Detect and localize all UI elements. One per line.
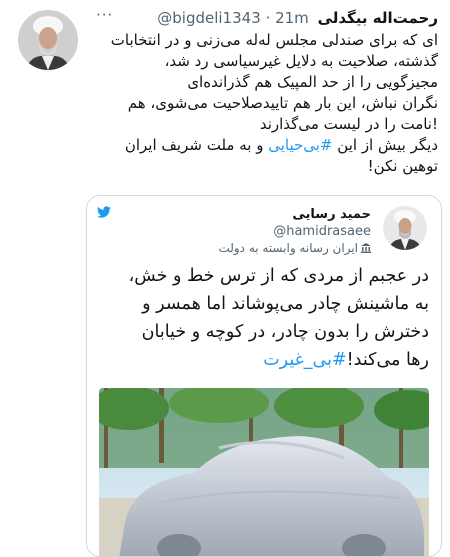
state-affiliated-label-text: ایران رسانه وابسته به دولت — [218, 241, 358, 255]
quoted-text-line: به ماشینش چادر می‌پوشاند اما همسر و — [142, 294, 429, 314]
quoted-tweet-text: در عجبم از مردی که از ترس خط و خش، به ما… — [97, 262, 429, 374]
tweet-header: ··· @bigdeli1343 · 21m رحمت‌اله بیگدلی — [88, 6, 438, 29]
author-avatar[interactable] — [18, 10, 78, 70]
hashtag-link[interactable]: #بی_غیرت — [263, 350, 346, 370]
quoted-tweet[interactable]: حمید رسایی @hamidrasaee ایران رسانه وابس… — [86, 195, 442, 557]
author-handle[interactable]: @bigdeli1343 — [157, 9, 260, 27]
tweet-text-fragment: و به ملت شریف ایران — [124, 136, 269, 154]
tweet-text-fragment: دیگر بیش از این — [332, 136, 438, 154]
author-name[interactable]: رحمت‌اله بیگدلی — [318, 9, 438, 27]
tweet-text-line: !نامت را در لیست می‌گذارند — [259, 115, 438, 133]
quoted-text-line: دخترش را بدون چادر، در کوچه و خیابان — [141, 322, 429, 342]
tweet-text-line: مجیزگویی را از حد المپیک هم گذرانده‌ای — [187, 73, 438, 91]
quoted-text-line: در عجبم از مردی که از ترس خط و خش، — [128, 266, 429, 286]
quoted-author-avatar[interactable] — [383, 206, 427, 250]
tweet-text-line: نگران نباش، این بار هم تاییدصلاحیت می‌شو… — [127, 94, 438, 112]
tweet-text-line: ای که برای صندلی مجلس له‌له می‌زنی و در … — [110, 31, 438, 49]
quoted-text-line: رها می‌کند!#بی_غیرت — [97, 346, 429, 374]
twitter-bird-icon — [97, 206, 111, 218]
quoted-text-fragment: رها می‌کند! — [346, 350, 429, 370]
quoted-author-name[interactable]: حمید رسایی — [292, 207, 371, 222]
tweet-text-line: دیگر بیش از این #بی‌حیایی و به ملت شریف … — [92, 135, 438, 156]
state-affiliated-label: ایران رسانه وابسته به دولت — [218, 241, 371, 255]
quoted-media-image[interactable] — [99, 388, 429, 556]
tweet-text-line: گذشته، صلاحیت به دلایل غیرسیاسی رد شد، — [164, 52, 438, 70]
tweet-text-line: توهین نکن! — [367, 157, 438, 175]
hashtag-link[interactable]: #بی‌حیایی — [268, 136, 332, 154]
tweet-text: ای که برای صندلی مجلس له‌له می‌زنی و در … — [92, 30, 438, 177]
more-dots-icon[interactable]: ··· — [96, 6, 113, 24]
tweet-time[interactable]: · 21m — [266, 9, 309, 27]
tweet-card[interactable]: ··· @bigdeli1343 · 21m رحمت‌اله بیگدلی ا… — [0, 0, 450, 557]
government-building-icon — [361, 243, 371, 253]
quoted-author-handle[interactable]: @hamidrasaee — [273, 224, 371, 239]
